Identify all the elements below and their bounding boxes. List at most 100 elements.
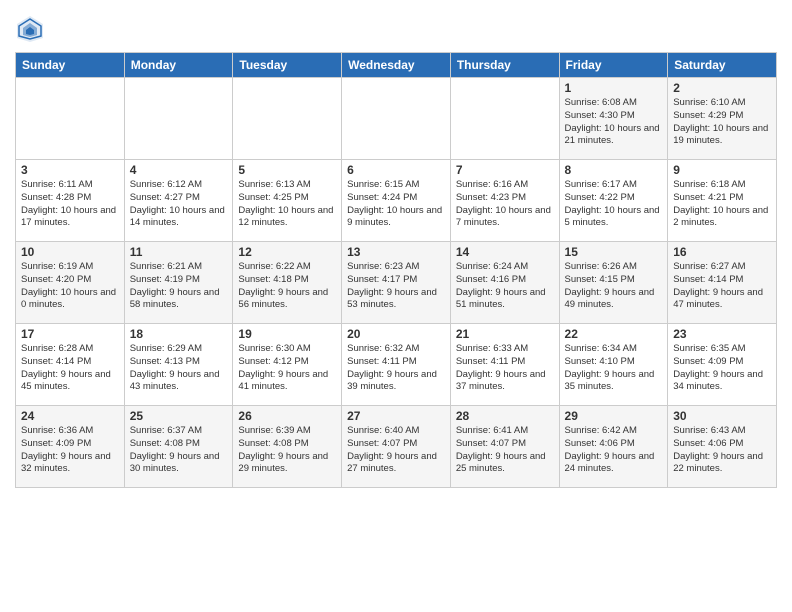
- logo: [15, 14, 47, 44]
- day-number: 5: [238, 163, 336, 177]
- day-info-line: Sunset: 4:08 PM: [238, 438, 336, 451]
- day-info-line: Sunset: 4:09 PM: [21, 438, 119, 451]
- day-info-line: Daylight: 10 hours and 2 minutes.: [673, 205, 771, 231]
- calendar-cell: 28Sunrise: 6:41 AMSunset: 4:07 PMDayligh…: [450, 406, 559, 488]
- calendar-cell: 2Sunrise: 6:10 AMSunset: 4:29 PMDaylight…: [668, 78, 777, 160]
- day-info-line: Daylight: 10 hours and 17 minutes.: [21, 205, 119, 231]
- day-info-line: Sunset: 4:13 PM: [130, 356, 228, 369]
- calendar-cell: 30Sunrise: 6:43 AMSunset: 4:06 PMDayligh…: [668, 406, 777, 488]
- day-info-line: Sunrise: 6:24 AM: [456, 261, 554, 274]
- day-info-line: Sunset: 4:09 PM: [673, 356, 771, 369]
- day-info-line: Sunset: 4:06 PM: [565, 438, 663, 451]
- calendar-cell: 5Sunrise: 6:13 AMSunset: 4:25 PMDaylight…: [233, 160, 342, 242]
- calendar-cell: 1Sunrise: 6:08 AMSunset: 4:30 PMDaylight…: [559, 78, 668, 160]
- day-info-line: Sunrise: 6:33 AM: [456, 343, 554, 356]
- calendar-week-3: 10Sunrise: 6:19 AMSunset: 4:20 PMDayligh…: [16, 242, 777, 324]
- day-info-line: Daylight: 9 hours and 32 minutes.: [21, 451, 119, 477]
- day-info-line: Sunrise: 6:30 AM: [238, 343, 336, 356]
- header: [15, 10, 777, 44]
- day-info-line: Sunset: 4:07 PM: [347, 438, 445, 451]
- weekday-header-thursday: Thursday: [450, 53, 559, 78]
- day-info-line: Daylight: 9 hours and 30 minutes.: [130, 451, 228, 477]
- day-info-line: Daylight: 9 hours and 24 minutes.: [565, 451, 663, 477]
- calendar-cell: 29 Sunrise: 6:42 AMSunset: 4:06 PMDayligh…: [559, 406, 668, 488]
- day-info-line: Sunset: 4:25 PM: [238, 192, 336, 205]
- day-info-line: Sunrise: 6:29 AM: [130, 343, 228, 356]
- day-number: 25: [130, 409, 228, 423]
- day-info-line: Daylight: 9 hours and 35 minutes.: [565, 369, 663, 395]
- day-number: 17: [21, 327, 119, 341]
- calendar-cell: 25Sunrise: 6:37 AMSunset: 4:08 PMDayligh…: [124, 406, 233, 488]
- day-info-line: Sunset: 4:21 PM: [673, 192, 771, 205]
- day-number: 15: [565, 245, 663, 259]
- day-number: 29: [565, 409, 663, 423]
- day-info-line: Sunset: 4:15 PM: [565, 274, 663, 287]
- calendar-cell: 26Sunrise: 6:39 AMSunset: 4:08 PMDayligh…: [233, 406, 342, 488]
- day-info-line: Sunset: 4:12 PM: [238, 356, 336, 369]
- calendar-cell: 24 Sunrise: 6:36 AMSunset: 4:09 PMDayligh…: [16, 406, 125, 488]
- day-info-line: Sunrise: 6:34 AM: [565, 343, 663, 356]
- day-number: 3: [21, 163, 119, 177]
- day-info-line: Sunset: 4:06 PM: [673, 438, 771, 451]
- weekday-header-monday: Monday: [124, 53, 233, 78]
- day-info-line: Sunrise: 6:32 AM: [347, 343, 445, 356]
- calendar-cell: 20Sunrise: 6:32 AMSunset: 4:11 PMDayligh…: [342, 324, 451, 406]
- day-info-line: Sunset: 4:20 PM: [21, 274, 119, 287]
- day-number: 1: [565, 81, 663, 95]
- day-info-line: Sunrise: 6:08 AM: [565, 97, 663, 110]
- calendar-cell: 8Sunrise: 6:17 AMSunset: 4:22 PMDaylight…: [559, 160, 668, 242]
- calendar-cell: [342, 78, 451, 160]
- day-info-line: Daylight: 9 hours and 53 minutes.: [347, 287, 445, 313]
- day-info-line: Daylight: 9 hours and 25 minutes.: [456, 451, 554, 477]
- calendar-cell: [16, 78, 125, 160]
- day-info-line: Sunrise: 6:43 AM: [673, 425, 771, 438]
- calendar-cell: 23Sunrise: 6:35 AMSunset: 4:09 PMDayligh…: [668, 324, 777, 406]
- day-number: 24: [21, 409, 119, 423]
- day-info-line: Sunrise: 6:18 AM: [673, 179, 771, 192]
- day-info-line: Daylight: 10 hours and 12 minutes.: [238, 205, 336, 231]
- day-number: 4: [130, 163, 228, 177]
- day-info-line: Sunrise: 6:21 AM: [130, 261, 228, 274]
- day-info-line: Sunset: 4:24 PM: [347, 192, 445, 205]
- weekday-header-sunday: Sunday: [16, 53, 125, 78]
- day-info-line: Sunrise: 6:40 AM: [347, 425, 445, 438]
- day-info-line: Sunrise: 6:36 AM: [21, 425, 119, 438]
- day-number: 2: [673, 81, 771, 95]
- day-info-line: Sunrise: 6:41 AM: [456, 425, 554, 438]
- weekday-header-wednesday: Wednesday: [342, 53, 451, 78]
- day-info-line: Sunset: 4:28 PM: [21, 192, 119, 205]
- logo-icon: [15, 14, 45, 44]
- day-number: 11: [130, 245, 228, 259]
- calendar-cell: 15Sunrise: 6:26 AMSunset: 4:15 PMDayligh…: [559, 242, 668, 324]
- day-number: 18: [130, 327, 228, 341]
- calendar-cell: 21Sunrise: 6:33 AMSunset: 4:11 PMDayligh…: [450, 324, 559, 406]
- weekday-header-saturday: Saturday: [668, 53, 777, 78]
- day-number: 6: [347, 163, 445, 177]
- calendar-cell: 6Sunrise: 6:15 AMSunset: 4:24 PMDaylight…: [342, 160, 451, 242]
- day-info-line: Sunrise: 6:22 AM: [238, 261, 336, 274]
- day-info-line: Sunrise: 6:12 AM: [130, 179, 228, 192]
- day-number: 27: [347, 409, 445, 423]
- day-info-line: Sunset: 4:18 PM: [238, 274, 336, 287]
- day-number: 23: [673, 327, 771, 341]
- day-info-line: Sunset: 4:14 PM: [21, 356, 119, 369]
- day-info-line: Daylight: 10 hours and 9 minutes.: [347, 205, 445, 231]
- day-number: 8: [565, 163, 663, 177]
- day-number: 22: [565, 327, 663, 341]
- day-number: 14: [456, 245, 554, 259]
- day-info-line: Sunset: 4:29 PM: [673, 110, 771, 123]
- day-info-line: Sunrise: 6:28 AM: [21, 343, 119, 356]
- day-info-line: Daylight: 9 hours and 37 minutes.: [456, 369, 554, 395]
- day-info-line: Sunrise: 6:42 AM: [565, 425, 663, 438]
- day-info-line: Daylight: 10 hours and 5 minutes.: [565, 205, 663, 231]
- calendar-cell: 12Sunrise: 6:22 AMSunset: 4:18 PMDayligh…: [233, 242, 342, 324]
- day-info-line: Sunrise: 6:10 AM: [673, 97, 771, 110]
- day-info-line: Sunrise: 6:11 AM: [21, 179, 119, 192]
- day-info-line: Daylight: 9 hours and 58 minutes.: [130, 287, 228, 313]
- day-info-line: Daylight: 9 hours and 27 minutes.: [347, 451, 445, 477]
- day-number: 13: [347, 245, 445, 259]
- day-info-line: Daylight: 9 hours and 47 minutes.: [673, 287, 771, 313]
- day-info-line: Sunrise: 6:35 AM: [673, 343, 771, 356]
- day-info-line: Sunrise: 6:17 AM: [565, 179, 663, 192]
- day-number: 21: [456, 327, 554, 341]
